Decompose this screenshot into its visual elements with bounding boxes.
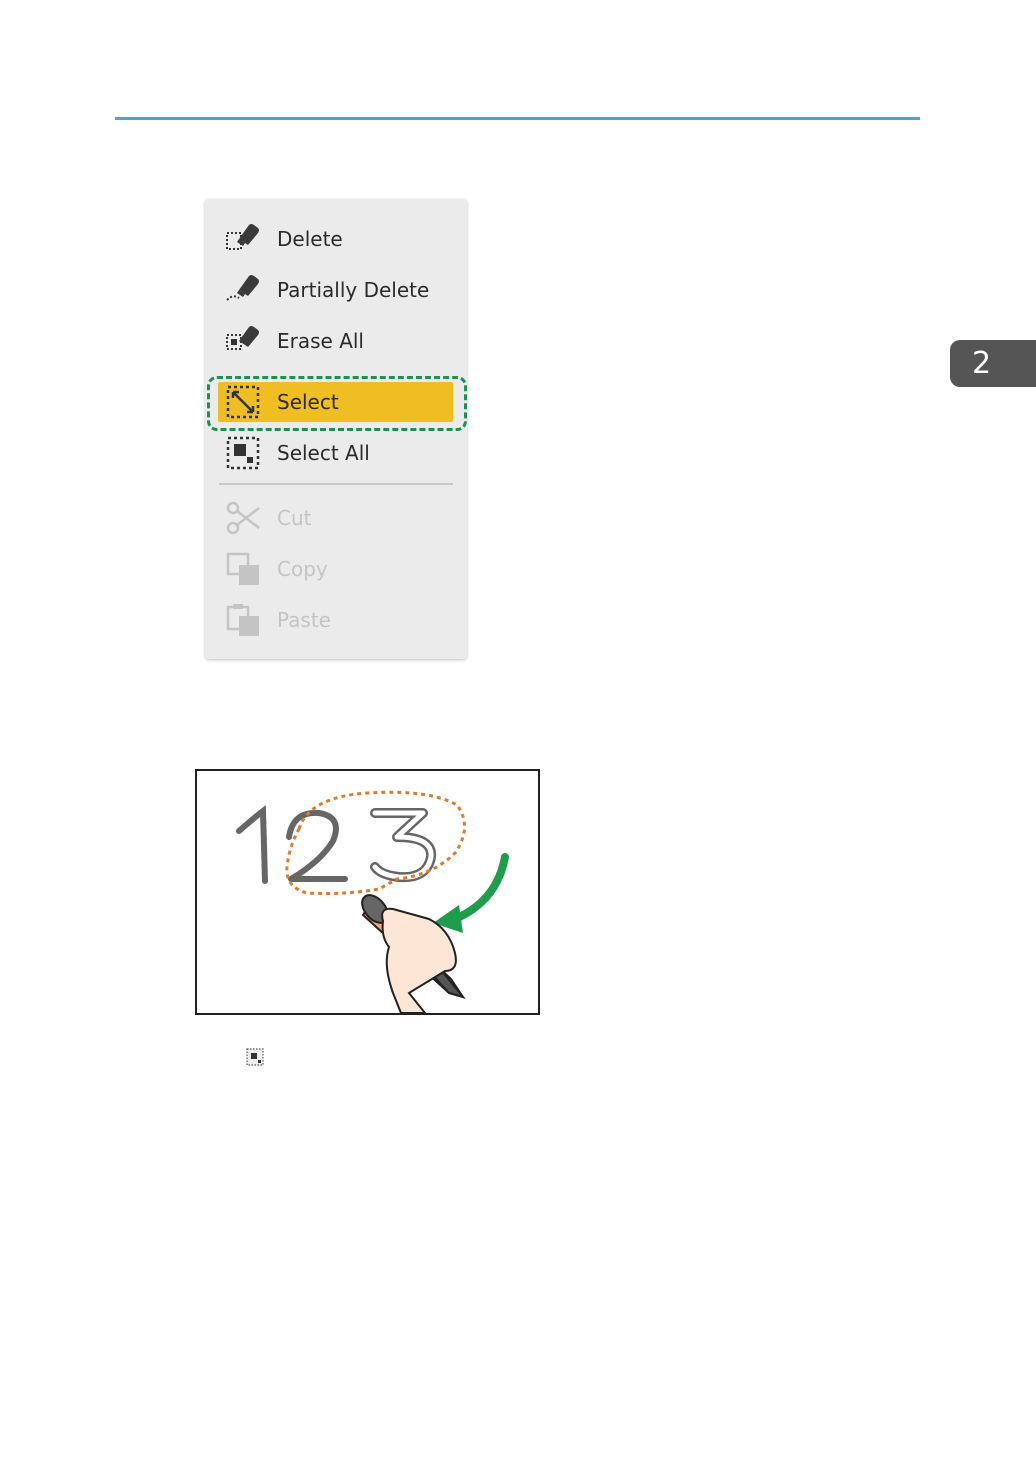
menu-item-erase-all[interactable]: Erase All xyxy=(205,318,467,364)
menu-item-label: Paste xyxy=(277,608,331,632)
selection-illustration xyxy=(195,769,540,1015)
menu-item-cut[interactable]: Cut xyxy=(205,495,467,541)
menu-item-partially-delete[interactable]: Partially Delete xyxy=(205,267,467,313)
menu-item-copy[interactable]: Copy xyxy=(205,546,467,592)
digit-two xyxy=(286,809,348,882)
highlight-callout-frame xyxy=(207,376,467,431)
chapter-number: 2 xyxy=(972,346,992,381)
menu-item-label: Partially Delete xyxy=(277,278,430,302)
menu-item-label: Select All xyxy=(277,441,370,465)
paste-icon xyxy=(223,600,263,640)
copy-icon xyxy=(223,549,263,589)
menu-item-label: Delete xyxy=(277,227,343,251)
menu-divider xyxy=(219,483,453,485)
eraser-all-icon xyxy=(223,321,263,361)
eraser-partial-icon xyxy=(223,270,263,310)
select-all-icon xyxy=(223,433,263,473)
menu-item-select-all[interactable]: Select All xyxy=(205,430,467,476)
header-rule xyxy=(115,117,920,120)
scissors-icon xyxy=(223,498,263,538)
direction-arrow xyxy=(451,853,509,923)
menu-item-label: Cut xyxy=(277,506,312,530)
menu-item-paste[interactable]: Paste xyxy=(205,597,467,643)
eraser-select-icon xyxy=(223,219,263,259)
select-all-icon xyxy=(246,1048,264,1066)
menu-item-delete[interactable]: Delete xyxy=(205,216,467,262)
menu-item-label: Copy xyxy=(277,557,328,581)
digit-one xyxy=(236,805,268,884)
digit-three xyxy=(370,808,437,883)
chapter-tab: 2 xyxy=(950,340,1036,387)
menu-item-label: Erase All xyxy=(277,329,364,353)
